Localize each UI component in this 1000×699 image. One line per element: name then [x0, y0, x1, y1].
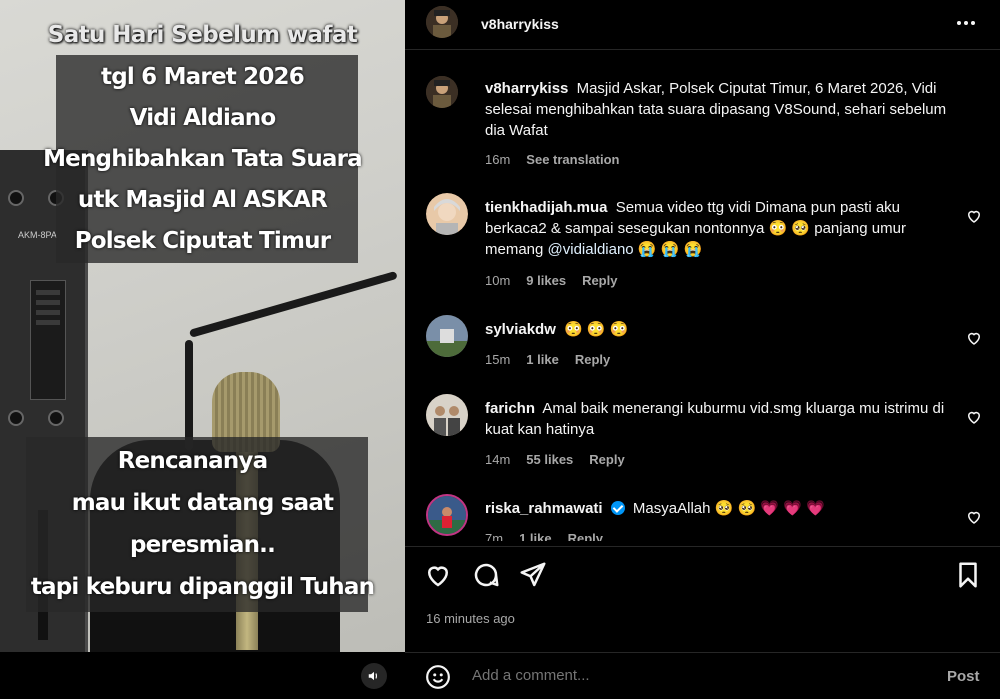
comment-input[interactable] — [472, 667, 922, 684]
caption-line: peresmian.. — [129, 532, 276, 558]
comment-time: 7m — [485, 531, 504, 541]
avatar[interactable] — [426, 315, 468, 357]
reply-button[interactable]: Reply — [582, 273, 617, 288]
comment-body: tienkhadijah.mua Semua video ttg vidi Di… — [485, 197, 955, 260]
caption-line: Polsek Ciputat Timur — [74, 228, 331, 254]
comment-emoji: 😳 😳 😳 — [564, 321, 629, 338]
comment-body: sylviakdw 😳 😳 😳 — [485, 319, 955, 340]
post-actions — [405, 546, 1000, 606]
post-timestamp: 16 minutes ago — [426, 611, 515, 626]
reply-button[interactable]: Reply — [575, 352, 610, 367]
comment-composer: Post — [405, 652, 1000, 699]
header-username[interactable]: v8harrykiss — [481, 16, 559, 32]
comment-time: 10m — [485, 273, 511, 288]
heart-icon[interactable] — [423, 560, 453, 590]
comment-icon[interactable] — [471, 560, 501, 590]
heart-icon[interactable] — [965, 508, 983, 526]
likes-count[interactable]: 55 likes — [526, 452, 573, 467]
comment-meta: 15m 1 like Reply — [485, 352, 610, 367]
reply-button[interactable]: Reply — [568, 531, 603, 541]
comment-text: MasyaAllah — [632, 500, 711, 517]
post-sidebar: v8harrykiss v8harrykiss Masjid Askar, Po… — [405, 0, 1000, 699]
comment-username[interactable]: riska_rahmawati — [485, 500, 603, 517]
post-button[interactable]: Post — [947, 668, 980, 685]
likes-count[interactable]: 1 like — [519, 531, 552, 541]
comment-emoji: 😭 😭 😭 — [637, 241, 703, 258]
comments-list[interactable]: v8harrykiss Masjid Askar, Polsek Ciputat… — [405, 51, 1000, 541]
comment-meta: 14m 55 likes Reply — [485, 452, 625, 467]
emoji-icon[interactable] — [425, 664, 451, 690]
comment-body: riska_rahmawati MasyaAllah 🥺 🥺 💗 💗 💗 — [485, 498, 955, 519]
comment-time: 14m — [485, 452, 511, 467]
caption-body: v8harrykiss Masjid Askar, Polsek Ciputat… — [485, 78, 955, 141]
post-media[interactable]: AKM-8PA Satu Hari Sebelum wafat tgl 6 Ma… — [0, 0, 405, 699]
comment-body: farichn Amal baik menerangi kuburmu vid.… — [485, 398, 955, 440]
comment-meta: 10m 9 likes Reply — [485, 273, 617, 288]
caption-line: Menghibahkan Tata Suara — [43, 146, 363, 172]
caption-line: tapi keburu dipanggil Tuhan — [30, 574, 375, 600]
media-footer — [0, 652, 405, 699]
avatar[interactable] — [426, 494, 468, 536]
see-translation-button[interactable]: See translation — [526, 152, 619, 167]
avatar[interactable] — [426, 6, 458, 38]
comment-text: Amal baik menerangi kuburmu vid.smg klua… — [485, 400, 945, 438]
caption-username[interactable]: v8harrykiss — [485, 80, 568, 97]
comment-meta: 7m 1 like Reply — [485, 531, 603, 541]
heart-icon[interactable] — [965, 408, 983, 426]
caption-time: 16m — [485, 152, 511, 167]
reply-button[interactable]: Reply — [589, 452, 624, 467]
heart-icon[interactable] — [965, 329, 983, 347]
caption-line: Vidi Aldiano — [129, 105, 277, 131]
comment-username[interactable]: tienkhadijah.mua — [485, 199, 608, 216]
bookmark-icon[interactable] — [953, 560, 983, 590]
comment-username[interactable]: sylviakdw — [485, 321, 556, 338]
mention-link[interactable]: @vidialdiano — [548, 241, 634, 258]
comment-time: 15m — [485, 352, 511, 367]
likes-count[interactable]: 9 likes — [526, 273, 566, 288]
avatar[interactable] — [426, 193, 468, 235]
share-icon[interactable] — [518, 560, 548, 590]
verified-badge-icon — [610, 501, 625, 515]
heart-icon[interactable] — [965, 207, 983, 225]
more-options-icon[interactable] — [953, 13, 979, 33]
avatar[interactable] — [426, 394, 468, 436]
caption-line: Rencananya — [117, 448, 268, 474]
comment-emoji: 🥺 🥺 💗 💗 💗 — [714, 500, 825, 517]
caption-line: mau ikut datang saat — [71, 490, 334, 516]
video-caption-title: Satu Hari Sebelum wafat — [47, 22, 358, 48]
speaker-icon[interactable] — [361, 663, 387, 689]
caption-meta: 16m See translation — [485, 152, 620, 167]
post-header: v8harrykiss — [405, 0, 1000, 50]
caption-line: tgl 6 Maret 2026 — [101, 64, 305, 90]
comment-emoji: 😳 🥺 — [768, 220, 811, 237]
comment-username[interactable]: farichn — [485, 400, 535, 417]
avatar[interactable] — [426, 76, 458, 108]
likes-count[interactable]: 1 like — [526, 352, 559, 367]
caption-line: utk Masjid Al ASKAR — [77, 187, 328, 213]
